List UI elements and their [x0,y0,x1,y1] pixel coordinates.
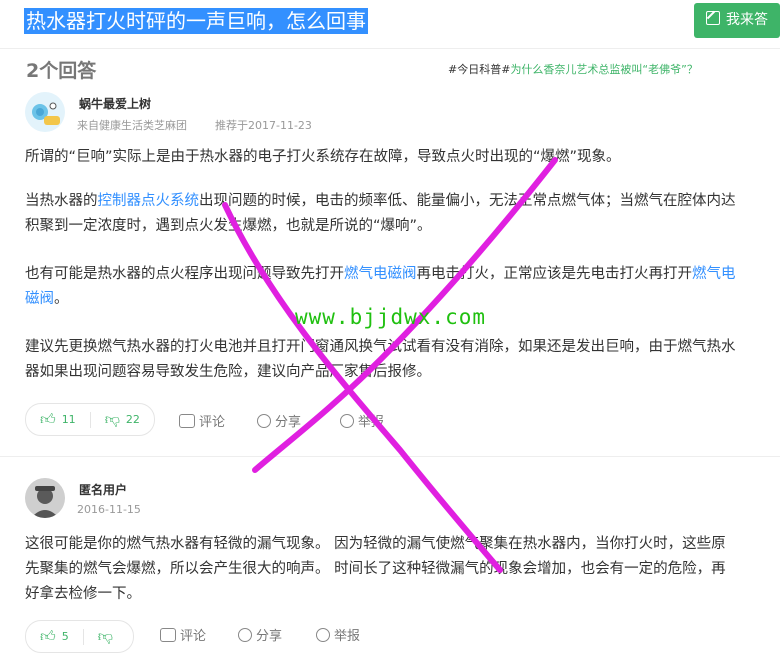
answers-count: 2个回答 [26,60,97,82]
comment-button[interactable]: 评论 [160,625,206,644]
answer-button[interactable]: 我来答 [694,3,780,38]
share-button[interactable]: 分享 [257,411,301,430]
report-label: 举报 [358,415,385,430]
share-icon [257,413,271,428]
avatar [25,478,65,518]
report-icon [340,413,354,428]
comment-icon [160,627,176,642]
report-label: 举报 [334,629,361,644]
paragraph-text: 再电击打火，正常应该是先电击打火再打开 [416,266,693,282]
dislike-button[interactable]: 👎︎ [84,621,133,652]
watermark: www.bjjdwx.com [295,305,487,329]
comment-label: 评论 [199,415,226,430]
answer-username: 匿名用户 [79,483,128,497]
answer-paragraph: 所谓的“巨响”实际上是由于热水器的电子打火系统存在故障，导致点火时出现的“爆燃”… [25,145,737,170]
answer-paragraph: 这很可能是你的燃气热水器有轻微的漏气现象。 因为轻微的漏气使燃气聚集在热水器内，… [25,532,737,607]
report-button[interactable]: 举报 [340,411,384,430]
answer-button-label: 我来答 [726,12,768,28]
paragraph-text: 这很可能是你的燃气热水器有轻微的漏气现象。 因为轻微的漏气使燃气聚集在热水器内，… [25,536,726,602]
answer-username[interactable]: 蜗牛最爱上树 [79,95,151,112]
share-button[interactable]: 分享 [238,625,282,644]
paragraph-text: 。 [54,291,69,307]
paragraph-text: 建议先更换燃气热水器的打火电池并且打开门窗通风换气试试看有没有消除，如果还是发出… [25,339,736,380]
like-count: 11 [61,413,76,426]
answer-source: 来自健康生活类芝麻团 [77,119,187,132]
paragraph-text: 所谓的“巨响”实际上是由于热水器的电子打火系统存在故障，导致点火时出现的“爆燃”… [25,149,621,165]
like-button[interactable]: 👍︎ 11 [26,404,90,435]
dislike-button[interactable]: 👎︎ 22 [91,404,154,435]
paragraph-text: 当热水器的 [25,193,98,209]
vote-box: 👍︎ 11 👎︎ 22 [25,403,155,436]
keyword-link[interactable]: 燃气电磁阀 [344,266,417,282]
like-button[interactable]: 👍︎ 5 [26,621,83,652]
share-label: 分享 [275,415,302,430]
comment-icon [179,413,195,428]
answer-paragraph: 当热水器的控制器点火系统出现问题的时候，电击的频率低、能量偏小，无法正常点燃气体… [25,189,737,239]
promo-link[interactable]: 为什么香奈儿艺术总监被叫“老佛爷”？ [510,63,697,76]
report-icon [316,627,330,642]
vote-box: 👍︎ 5 👎︎ [25,620,134,653]
answer-recommend-date: 推荐于2017-11-23 [215,119,312,132]
answer-divider [0,456,780,457]
thumbs-up-icon: 👍︎ [40,410,56,428]
edit-icon [706,11,720,25]
answer-paragraph: 建议先更换燃气热水器的打火电池并且打开门窗通风换气试试看有没有消除，如果还是发出… [25,335,737,385]
share-label: 分享 [256,629,283,644]
thumbs-down-icon: 👎︎ [104,410,120,428]
paragraph-text: 也有可能是热水器的点火程序出现问题导致先打开 [25,266,344,282]
thumbs-down-icon: 👎︎ [97,627,113,645]
title-bar: 热水器打火时砰的一声巨响，怎么回事 我来答 [0,0,780,49]
promo-topic[interactable]: #今日科普#为什么香奈儿艺术总监被叫“老佛爷”？ [448,61,698,77]
promo-tag: #今日科普# [448,63,511,76]
report-button[interactable]: 举报 [316,625,360,644]
page-title: 热水器打火时砰的一声巨响，怎么回事 [24,8,368,34]
avatar[interactable] [25,92,65,132]
like-count: 5 [61,630,69,643]
share-icon [238,627,252,642]
keyword-link[interactable]: 控制器点火系统 [98,193,200,209]
thumbs-up-icon: 👍︎ [40,627,56,645]
dislike-count: 22 [125,413,140,426]
comment-button[interactable]: 评论 [179,411,225,430]
comment-label: 评论 [180,629,207,644]
answer-date: 2016-11-15 [77,503,141,516]
